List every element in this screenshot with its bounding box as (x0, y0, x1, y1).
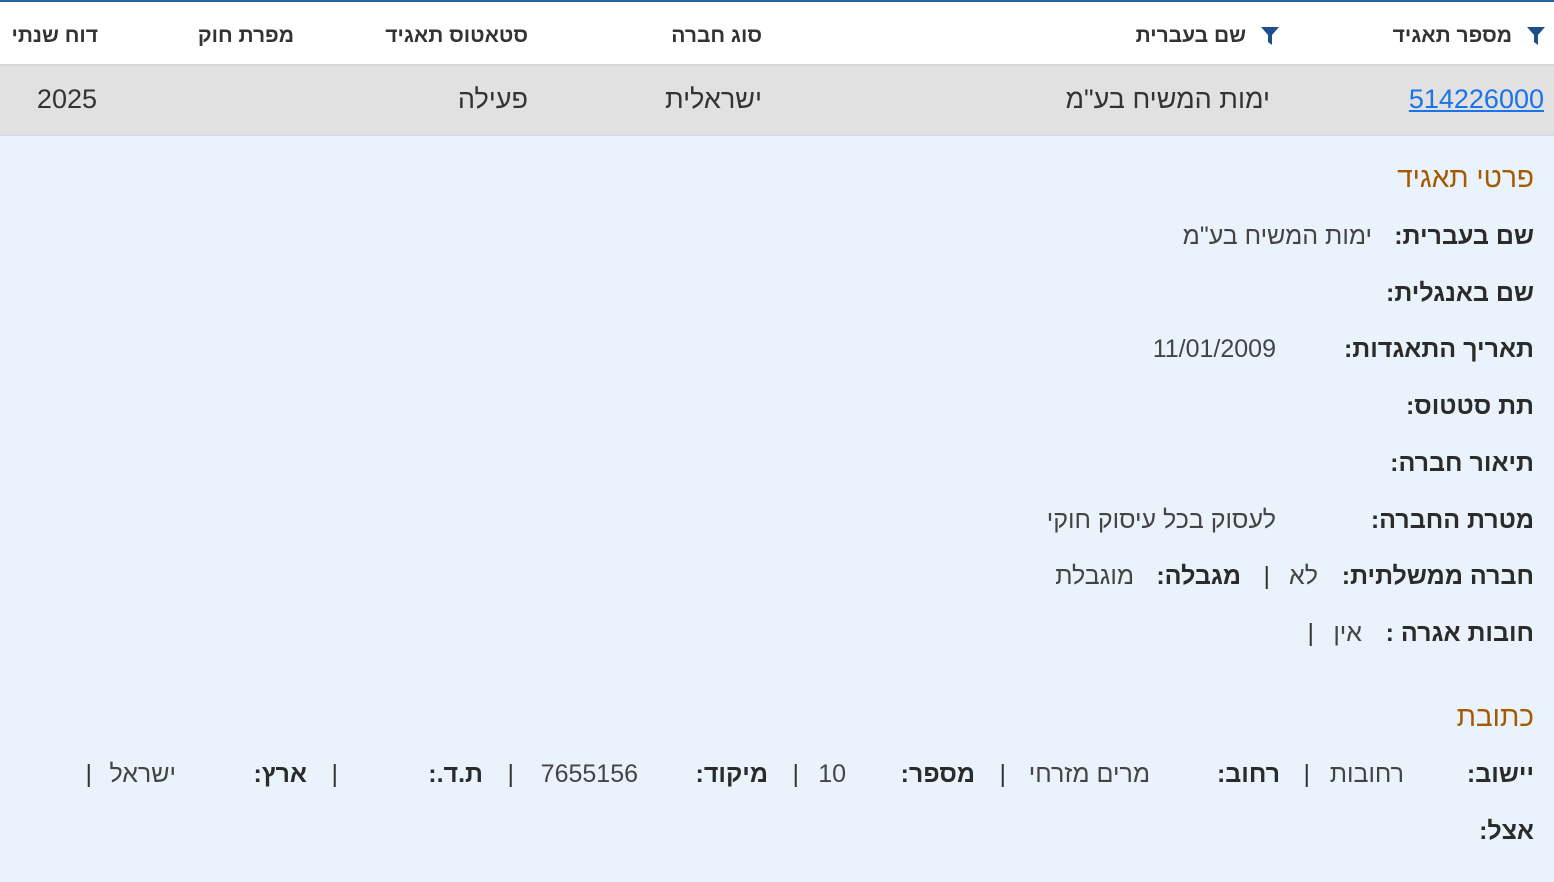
detail-incorporation-date: תאריך התאגדות: 11/01/2009 (0, 335, 1554, 367)
detail-purpose: מטרת החברה: לעסוק בכל עיסוק חוקי (0, 506, 1554, 538)
header-hebrew-name-label: שם בעברית (1135, 24, 1246, 47)
header-status-label: סטאטוס תאגיד (385, 24, 528, 47)
fee-debt-value: אין (1333, 619, 1362, 647)
street-label: רחוב: (1216, 760, 1280, 788)
header-hebrew-name[interactable]: שם בעברית (1136, 24, 1280, 48)
separator: | (1263, 562, 1271, 590)
detail-english-name: שם באנגלית: (0, 279, 1554, 311)
care-of-label: אצל: (1479, 817, 1534, 845)
separator: | (1303, 760, 1311, 788)
table-row[interactable]: 514226000 ימות המשיח בע"מ ישראלית פעילה … (0, 66, 1554, 136)
header-law-violator[interactable]: מפרת חוק (198, 24, 294, 48)
description-label: תיאור חברה: (1390, 449, 1534, 477)
city-value: רחובות (1329, 760, 1404, 788)
address-line: יישוב: רחובות | רחוב: מרים מזרחי | מספר:… (0, 760, 1554, 792)
filter-icon[interactable] (1260, 25, 1280, 47)
hebrew-name-label: שם בעברית: (1394, 222, 1534, 250)
separator: | (507, 760, 515, 788)
city-label: יישוב: (1466, 760, 1534, 788)
purpose-value: לעסוק בכל עיסוק חוקי (1046, 506, 1276, 534)
detail-fee-debt: חובות אגרה : אין | (0, 619, 1554, 651)
separator: | (331, 760, 339, 788)
separator: | (792, 760, 800, 788)
header-annual-report[interactable]: דוח שנתי (12, 24, 98, 48)
zip-value: 7655156 (540, 760, 638, 788)
limited-value: מוגבלת (1055, 562, 1134, 590)
cell-hebrew-name: ימות המשיח בע"מ (1065, 84, 1270, 114)
detail-description: תיאור חברה: (0, 449, 1554, 481)
street-value: מרים מזרחי (1028, 760, 1150, 788)
limited-label: מגבלה: (1156, 562, 1241, 590)
header-reg-number[interactable]: מספר תאגיד (1393, 24, 1546, 48)
address-care-of: אצל: (0, 817, 1554, 849)
separator: | (1307, 619, 1315, 647)
detail-hebrew-name: שם בעברית: ימות המשיח בע"מ (0, 222, 1554, 254)
cell-annual-report: 2025 (36, 84, 97, 114)
country-label: ארץ: (253, 760, 307, 788)
filter-icon[interactable] (1526, 25, 1546, 47)
header-annual-report-label: דוח שנתי (11, 24, 98, 47)
header-reg-number-label: מספר תאגיד (1392, 24, 1512, 47)
separator: | (85, 760, 93, 788)
number-label: מספר: (900, 760, 975, 788)
purpose-label: מטרת החברה: (1370, 506, 1534, 534)
address-section-title: כתובת (1456, 701, 1534, 732)
fee-debt-label: חובות אגרה : (1385, 619, 1534, 647)
header-status[interactable]: סטאטוס תאגיד (385, 24, 528, 48)
hebrew-name-value: ימות המשיח בע"מ (1182, 222, 1372, 250)
detail-government: חברה ממשלתית: לא | מגבלה: מוגבלת (0, 562, 1554, 594)
sub-status-label: תת סטטוס: (1405, 392, 1534, 420)
company-details-page: מספר תאגיד שם בעברית סוג חברה סטאטוס תאג… (0, 0, 1554, 882)
incorporation-date-value: 11/01/2009 (1152, 335, 1276, 363)
government-value: לא (1289, 562, 1318, 590)
separator: | (999, 760, 1007, 788)
detail-sub-status: תת סטטוס: (0, 392, 1554, 424)
header-law-violator-label: מפרת חוק (197, 24, 294, 47)
cell-company-type: ישראלית (665, 84, 762, 114)
header-company-type[interactable]: סוג חברה (671, 24, 762, 48)
incorporation-date-label: תאריך התאגדות: (1343, 335, 1534, 363)
details-section-title: פרטי תאגיד (1397, 162, 1534, 193)
reg-number-link[interactable]: 514226000 (1409, 84, 1544, 115)
cell-status: פעילה (457, 84, 528, 114)
english-name-label: שם באנגלית: (1386, 279, 1534, 307)
table-header: מספר תאגיד שם בעברית סוג חברה סטאטוס תאג… (0, 0, 1554, 66)
pobox-label: ת.ד.: (428, 760, 483, 788)
zip-label: מיקוד: (695, 760, 768, 788)
government-label: חברה ממשלתית: (1341, 562, 1534, 590)
country-value: ישראל (109, 760, 176, 788)
number-value: 10 (818, 760, 846, 788)
header-company-type-label: סוג חברה (671, 24, 762, 47)
